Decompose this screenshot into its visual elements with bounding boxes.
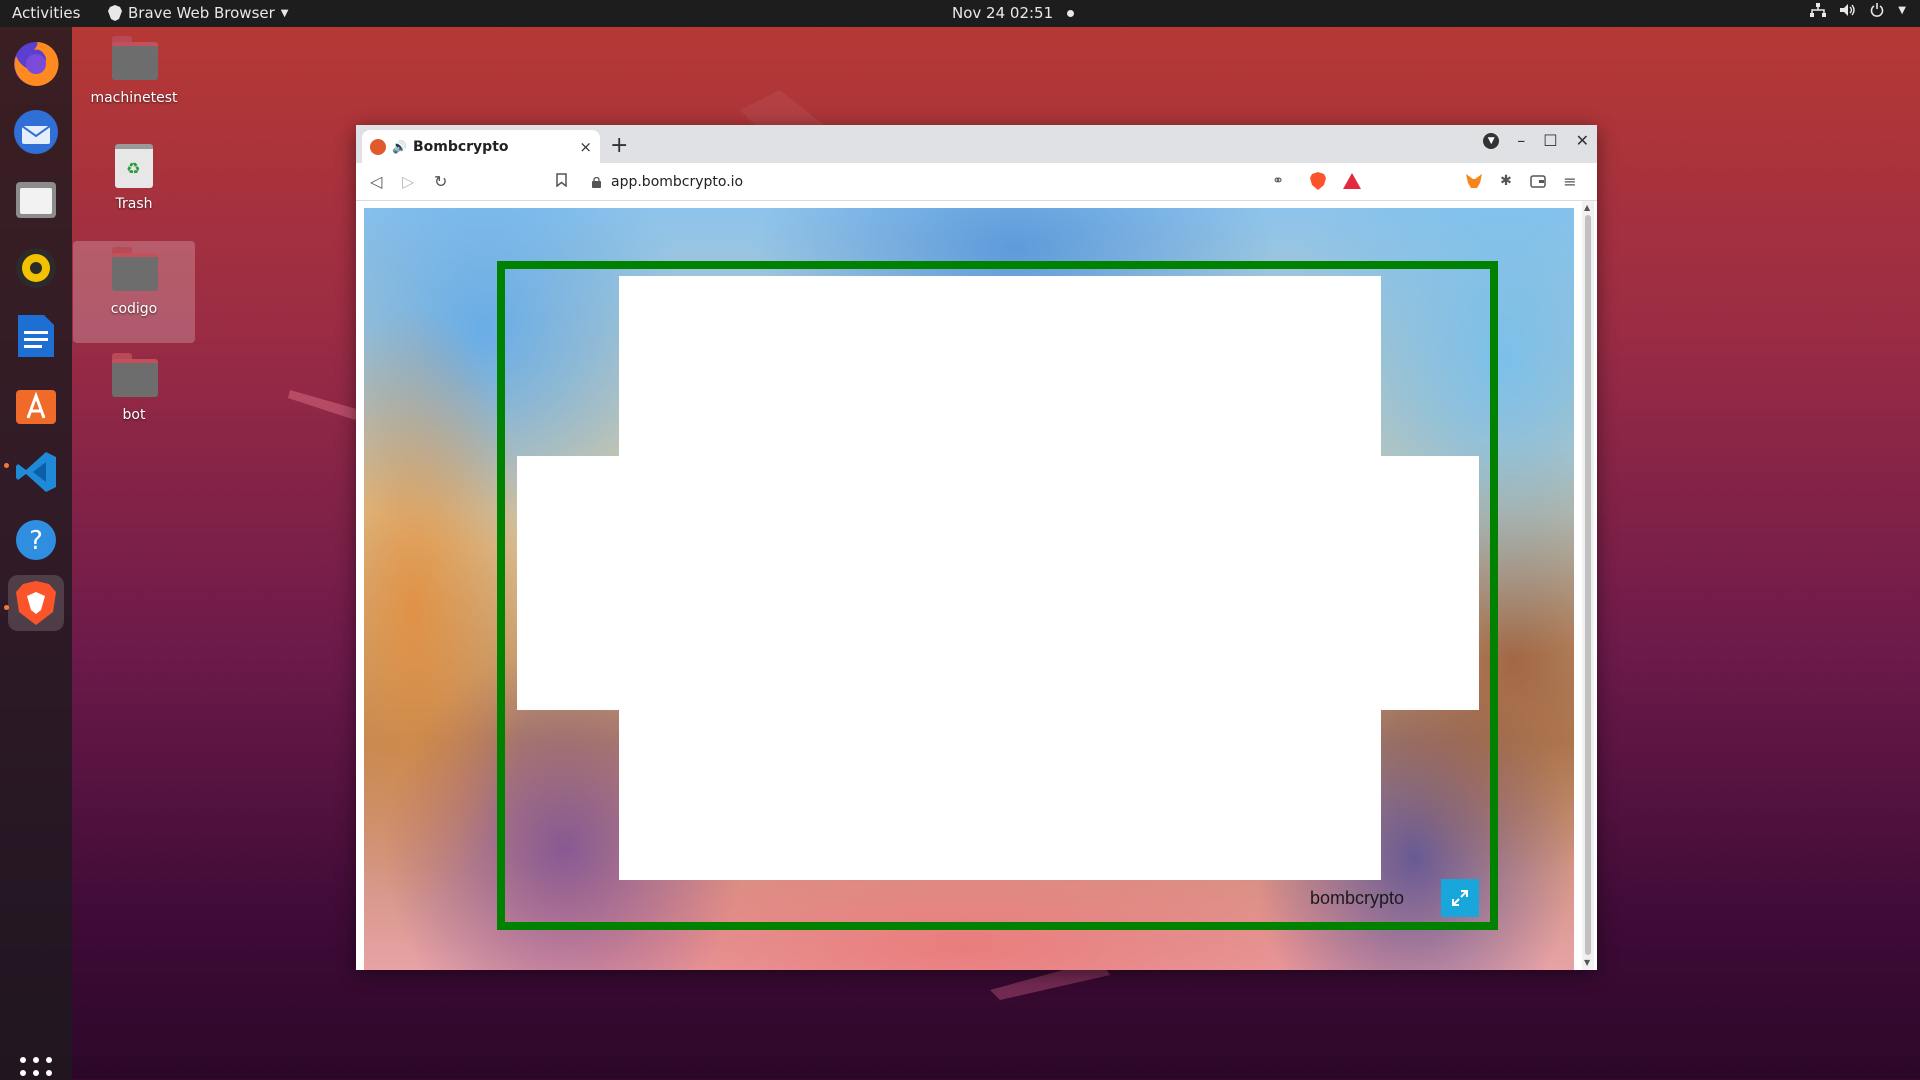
brave-icon[interactable] (8, 575, 64, 631)
datetime-label: Nov 24 02:51 (952, 4, 1054, 22)
ubuntu-software-icon[interactable] (8, 376, 64, 432)
rhythmbox-icon[interactable] (8, 240, 64, 296)
chevron-down-icon[interactable]: ▼ (1898, 5, 1906, 16)
window-controls: ▼ – ☐ ✕ (1483, 131, 1589, 150)
tab-bombcrypto[interactable]: 🔊 Bombcrypto × (362, 130, 600, 163)
lock-icon (592, 176, 601, 188)
clock[interactable]: Nov 24 02:51 (952, 4, 1075, 22)
brand-label: bombcrypto (1310, 888, 1405, 908)
bookmark-icon[interactable] (556, 172, 567, 191)
scroll-up-icon[interactable]: ▲ (1584, 203, 1590, 212)
desktop-icon-codigo[interactable]: codigo (73, 241, 195, 343)
thunderbird-icon[interactable] (8, 104, 64, 160)
tab-title: Bombcrypto (412, 138, 509, 155)
extensions-icon[interactable]: ✱ (1496, 171, 1516, 191)
address-bar[interactable]: app.bombcrypto.io (582, 168, 1280, 196)
system-tray[interactable]: ▼ (1810, 3, 1906, 17)
files-icon[interactable] (8, 172, 64, 228)
close-window-icon[interactable]: ✕ (1576, 131, 1589, 150)
network-icon[interactable] (1810, 3, 1827, 17)
dock: ? (0, 27, 72, 1080)
desktop-icon-label: codigo (110, 301, 158, 317)
trash-icon: ♻ (115, 144, 153, 188)
libreoffice-writer-icon[interactable] (8, 308, 64, 364)
desktop-icon-trash[interactable]: ♻ Trash (73, 136, 195, 238)
scroll-down-icon[interactable]: ▼ (1584, 958, 1590, 967)
help-icon[interactable]: ? (8, 512, 64, 568)
tab-strip: 🔊 Bombcrypto × + ▼ – ☐ ✕ (356, 125, 1597, 163)
forward-icon[interactable]: ▷ (402, 172, 414, 191)
browser-toolbar: ◁ ▷ ↻ app.bombcrypto.io ⚭ ✱ ≡ (356, 163, 1597, 201)
fullscreen-button[interactable] (1441, 879, 1479, 917)
scroll-thumb[interactable] (1585, 215, 1591, 955)
browser-window: 🔊 Bombcrypto × + ▼ – ☐ ✕ ◁ ▷ ↻ app.bombc… (356, 125, 1597, 970)
app-menu-label: Brave Web Browser (128, 4, 275, 22)
minimize-icon[interactable]: – (1517, 131, 1525, 150)
menu-icon[interactable]: ≡ (1560, 171, 1580, 191)
desktop-icon-label: bot (122, 407, 146, 423)
notification-dot-icon (1067, 9, 1075, 17)
expand-arrows-icon (1452, 890, 1468, 906)
home-folder-icon (112, 36, 158, 80)
top-bar: Activities Brave Web Browser ▼ Nov 24 02… (0, 0, 1920, 27)
cast-audio-icon[interactable]: ⚭ (1268, 171, 1288, 191)
brave-shields-icon[interactable] (1308, 171, 1328, 191)
wallet-icon[interactable] (1528, 171, 1548, 191)
metamask-icon[interactable] (1464, 171, 1484, 191)
firefox-icon[interactable] (8, 36, 64, 92)
brave-rewards-icon[interactable] (1342, 171, 1362, 191)
desktop-icon-label: Trash (115, 196, 153, 212)
close-tab-icon[interactable]: × (579, 138, 592, 156)
speaker-icon[interactable]: 🔊 (392, 140, 407, 154)
chevron-down-icon: ▼ (280, 7, 289, 19)
reload-icon[interactable]: ↻ (434, 172, 447, 191)
activities-button[interactable]: Activities (12, 4, 80, 22)
back-icon[interactable]: ◁ (370, 172, 382, 191)
tab-search-icon[interactable]: ▼ (1483, 132, 1500, 149)
blank-panel (517, 456, 1479, 710)
bombcrypto-favicon-icon (370, 138, 386, 155)
desktop-icon-label: machinetest (90, 90, 178, 106)
maximize-icon[interactable]: ☐ (1543, 131, 1557, 150)
vertical-scrollbar[interactable]: ▲ ▼ (1582, 201, 1594, 970)
new-tab-button[interactable]: + (610, 133, 628, 158)
svg-text:?: ? (29, 526, 43, 556)
volume-icon[interactable] (1840, 3, 1856, 17)
desktop-icon-bot[interactable]: bot (73, 347, 195, 449)
page-content: bombcrypto ▲ ▼ (356, 201, 1597, 970)
folder-icon (112, 353, 158, 397)
app-menu[interactable]: Brave Web Browser ▼ (108, 4, 288, 22)
folder-icon (112, 247, 158, 291)
power-icon[interactable] (1870, 3, 1884, 17)
vscode-icon[interactable] (8, 444, 64, 500)
brave-lion-icon (108, 5, 122, 21)
game-canvas[interactable]: bombcrypto (364, 208, 1574, 970)
desktop-icon-machinetest[interactable]: machinetest (73, 30, 195, 132)
show-applications-icon[interactable] (20, 1057, 52, 1080)
url-text: app.bombcrypto.io (611, 174, 744, 190)
